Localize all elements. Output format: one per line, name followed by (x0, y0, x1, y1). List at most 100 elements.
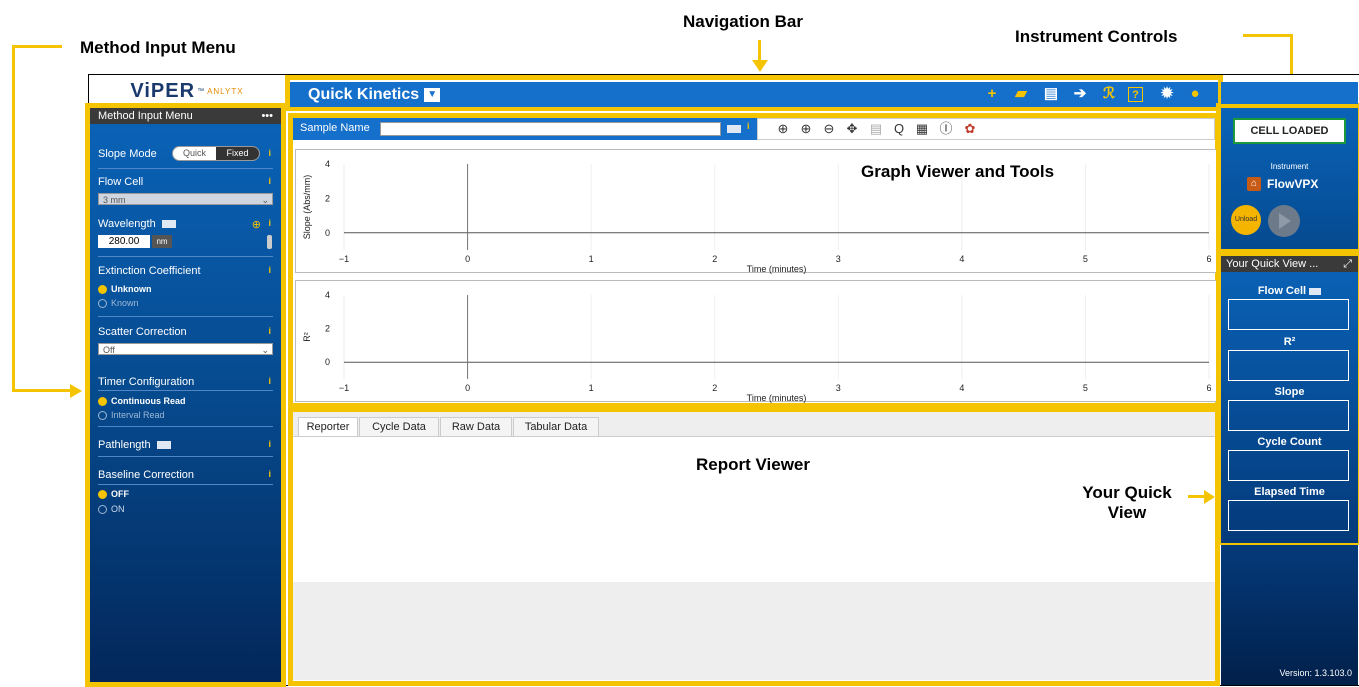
io-icon[interactable]: Ⓘ (938, 121, 954, 137)
keyboard-icon[interactable] (1309, 287, 1322, 295)
plus-icon[interactable]: + (983, 85, 1001, 103)
pathlength-label: Pathlength (98, 439, 151, 451)
expand-icon[interactable]: ⤢ (1343, 256, 1352, 272)
flow-cell-select[interactable]: 3 mm ⌄ (98, 193, 273, 205)
slope-chart[interactable]: −1 0 1 2 3 4 5 6 0 2 4 Time (minutes) Slope (Abs/mm) (295, 149, 1218, 274)
home-icon[interactable]: ⌂ (1247, 177, 1261, 191)
scatter-label: Scatter Correction (98, 326, 187, 338)
info-icon[interactable]: i (268, 176, 271, 186)
add-circle-icon[interactable]: ⊕ (252, 218, 261, 231)
report-viewer: Reporter Cycle Data Raw Data Tabular Dat… (293, 412, 1215, 680)
keyboard-icon[interactable] (727, 125, 741, 133)
wavelength-input[interactable]: 280.00 (98, 235, 150, 248)
timer-option-continuous[interactable]: Continuous Read (98, 396, 273, 407)
nav-title[interactable]: Quick Kinetics ▼ (308, 86, 441, 104)
baseline-option-off[interactable]: OFF (98, 489, 273, 500)
calculator-icon[interactable]: ▦ (914, 121, 930, 137)
rc-icon[interactable]: ℛ (1100, 85, 1118, 103)
timer-row: Timer Configuration i (98, 376, 273, 388)
settings-icon[interactable]: ✿ (962, 121, 978, 137)
slope-mode-label: Slope Mode (98, 148, 157, 160)
wavelength-slider[interactable] (267, 235, 272, 249)
zoom-in-icon[interactable]: ⊕ (798, 121, 814, 137)
slope-mode-fixed[interactable]: Fixed (216, 147, 259, 160)
callout-navigation-bar: Navigation Bar (683, 12, 803, 31)
baseline-label: Baseline Correction (98, 469, 194, 481)
sample-name-input[interactable] (380, 122, 721, 136)
tab-raw-data[interactable]: Raw Data (440, 417, 512, 436)
info-icon[interactable]: i (268, 218, 271, 228)
callout-line (12, 45, 15, 390)
wavelength-label: Wavelength (98, 218, 156, 230)
radio-selected-icon (98, 397, 107, 407)
slope-mode-toggle[interactable]: Quick Fixed (172, 146, 260, 161)
info-icon[interactable]: i (268, 469, 271, 479)
nav-right-extension (1221, 82, 1358, 104)
export-icon[interactable]: ➔ (1071, 85, 1089, 103)
callout-arrowhead (752, 60, 768, 72)
quick-label-cycle-count: Cycle Count (1257, 436, 1322, 448)
play-icon (1279, 213, 1291, 229)
timer-option-interval[interactable]: Interval Read (98, 410, 273, 421)
tab-cycle-data[interactable]: Cycle Data (359, 417, 439, 436)
quick-view-panel: Your Quick View ... ⤢ Flow Cell R² Slope… (1221, 256, 1358, 543)
y-tick-label: 0 (325, 357, 330, 367)
quick-label-flow-cell: Flow Cell (1221, 285, 1358, 297)
y-axis-label: R² (302, 332, 312, 342)
folder-open-icon[interactable]: ▰ (1012, 85, 1030, 103)
info-icon[interactable]: i (268, 439, 271, 449)
unload-button[interactable]: Unload (1231, 205, 1261, 235)
wavelength-row: Wavelength ⊕ i (98, 218, 273, 231)
zoom-fit-icon[interactable]: ⊕ (775, 121, 791, 137)
callout-line (758, 40, 761, 62)
timer-label: Timer Configuration (98, 376, 195, 388)
scatter-select[interactable]: Off ⌄ (98, 343, 273, 355)
callout-method-input-menu: Method Input Menu (80, 38, 236, 57)
quick-box-cycle-count (1228, 450, 1349, 481)
r2-chart[interactable]: −1 0 1 2 3 4 5 6 0 2 4 Time (minutes) R² (295, 280, 1218, 403)
chevron-down-icon: ⌄ (261, 195, 269, 205)
keyboard-icon[interactable] (156, 441, 171, 450)
callout-your-quick-view: Your Quick View (1082, 483, 1172, 522)
pan-icon[interactable]: ✥ (844, 121, 860, 137)
quick-view-title: Your Quick View ... (1226, 258, 1319, 270)
chevron-down-icon[interactable]: ▼ (424, 87, 441, 102)
callout-instrument-controls: Instrument Controls (1015, 27, 1178, 46)
info-icon[interactable]: i (268, 148, 271, 158)
slope-mode-quick[interactable]: Quick (173, 147, 216, 160)
x-tick-label: −1 (339, 383, 349, 393)
grid-icon[interactable]: ▤ (868, 121, 884, 137)
x-tick-label: 3 (836, 254, 841, 264)
tab-tabular-data[interactable]: Tabular Data (513, 417, 599, 436)
quick-box-slope (1228, 400, 1349, 431)
x-tick-label: 5 (1083, 254, 1088, 264)
quick-label-r2: R² (1283, 336, 1296, 348)
help-icon[interactable]: ? (1128, 87, 1143, 102)
info-icon[interactable]: i (268, 326, 271, 336)
extinction-option-unknown[interactable]: Unknown (98, 284, 273, 295)
keyboard-icon[interactable] (161, 220, 176, 229)
quick-box-flow-cell (1228, 299, 1349, 330)
radio-selected-icon (98, 285, 107, 295)
zoom-search-icon[interactable]: Q (891, 121, 907, 137)
save-icon[interactable]: ▤ (1042, 85, 1060, 103)
extinction-option-known[interactable]: Known (98, 298, 273, 309)
gear-icon[interactable]: ✹ (1158, 85, 1176, 103)
navigation-bar: Quick Kinetics ▼ + ▰ ▤ ➔ ℛ ? ✹ ● (290, 82, 1218, 107)
info-icon[interactable]: i (268, 376, 271, 386)
info-icon[interactable]: i (747, 121, 750, 131)
tab-reporter[interactable]: Reporter (298, 417, 358, 436)
x-tick-label: 4 (959, 383, 964, 393)
zoom-out-icon[interactable]: ⊖ (821, 121, 837, 137)
callout-line (1243, 34, 1293, 37)
instrument-name[interactable]: FlowVPX (1267, 177, 1318, 191)
play-button[interactable] (1268, 205, 1300, 237)
baseline-option-on[interactable]: ON (98, 504, 273, 515)
y-tick-label: 2 (325, 324, 330, 334)
user-icon[interactable]: ● (1186, 85, 1204, 103)
x-tick-label: 0 (465, 254, 470, 264)
y-tick-label: 0 (325, 228, 330, 238)
divider (98, 168, 273, 169)
info-icon[interactable]: i (268, 265, 271, 275)
more-icon[interactable]: ••• (261, 110, 273, 122)
